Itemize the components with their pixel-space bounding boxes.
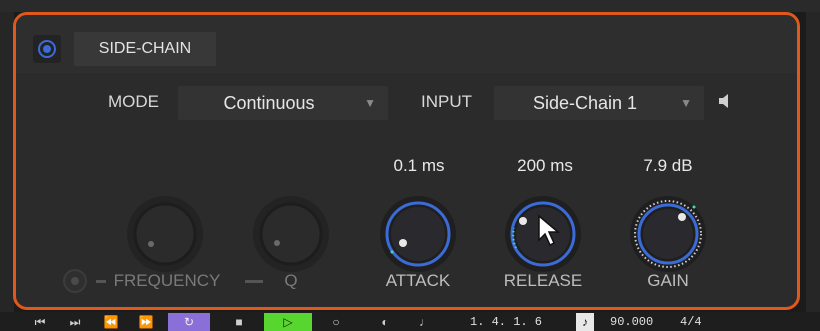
rewind-icon[interactable]: ⏮ bbox=[30, 313, 50, 331]
frequency-label: FREQUENCY bbox=[113, 271, 221, 290]
q-label: Q bbox=[284, 271, 298, 290]
note-icon[interactable]: ♩ bbox=[417, 313, 433, 331]
input-dropdown[interactable]: Side-Chain 1 ▼ bbox=[494, 86, 704, 120]
mode-label: MODE bbox=[108, 92, 159, 111]
attack-knob[interactable] bbox=[377, 193, 459, 275]
input-label: INPUT bbox=[421, 92, 472, 111]
step-back-icon[interactable]: ⏪ bbox=[100, 313, 122, 331]
side-chain-panel: SIDE-CHAIN MODE Continuous ▼ INPUT Side-… bbox=[13, 12, 800, 310]
stop-icon[interactable]: ■ bbox=[228, 313, 250, 331]
panel-header: SIDE-CHAIN bbox=[16, 15, 797, 73]
position-display[interactable]: 1. 4. 1. 6 bbox=[470, 315, 542, 329]
power-icon bbox=[38, 40, 56, 58]
daw-left-strip bbox=[0, 12, 14, 312]
transport-bar: ⏮ ⏭ ⏪ ⏩ ↻ ■ ▷ ○ ◐ ♩ 1. 4. 1. 6 ♪ 90.000 … bbox=[0, 312, 820, 331]
fast-forward-icon[interactable]: ⏭ bbox=[65, 313, 85, 331]
record-icon[interactable]: ○ bbox=[326, 313, 346, 331]
mode-value: Continuous bbox=[223, 93, 315, 113]
speaker-icon[interactable] bbox=[717, 93, 733, 114]
power-button[interactable] bbox=[33, 35, 61, 63]
gain-value: 7.9 dB bbox=[643, 156, 693, 175]
attack-value: 0.1 ms bbox=[393, 156, 445, 175]
dropdown-arrow-icon: ▼ bbox=[364, 96, 376, 110]
gain-knob[interactable] bbox=[627, 193, 709, 275]
attack-label: ATTACK bbox=[385, 271, 451, 290]
release-value: 200 ms bbox=[517, 156, 573, 175]
metronome-icon[interactable]: ♪ bbox=[576, 313, 594, 331]
frequency-knob[interactable] bbox=[124, 193, 206, 275]
meter-display[interactable]: 4/4 bbox=[680, 315, 702, 329]
input-value: Side-Chain 1 bbox=[532, 93, 638, 113]
daw-top-strip bbox=[0, 0, 820, 12]
mode-dropdown[interactable]: Continuous ▼ bbox=[178, 86, 388, 120]
filter-enable-toggle[interactable] bbox=[63, 269, 87, 293]
play-icon[interactable]: ▷ bbox=[264, 313, 312, 331]
gain-label: GAIN bbox=[647, 271, 689, 290]
loop-icon[interactable]: ↻ bbox=[168, 313, 210, 331]
side-chain-tab[interactable]: SIDE-CHAIN bbox=[74, 32, 216, 66]
release-label: RELEASE bbox=[503, 271, 583, 290]
tempo-display[interactable]: 90.000 bbox=[610, 315, 653, 329]
daw-right-strip bbox=[806, 12, 820, 312]
cursor-icon bbox=[538, 214, 561, 247]
step-forward-icon[interactable]: ⏩ bbox=[135, 313, 157, 331]
punch-icon[interactable]: ◐ bbox=[373, 313, 397, 331]
dropdown-arrow-icon: ▼ bbox=[680, 96, 692, 110]
q-knob[interactable] bbox=[250, 193, 332, 275]
